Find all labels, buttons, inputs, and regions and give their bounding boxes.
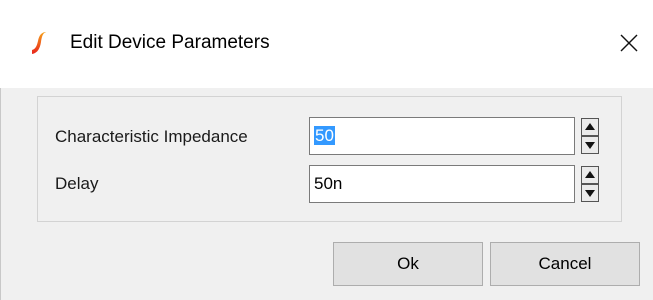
spinner-up-button[interactable] — [581, 118, 599, 136]
title-bar: Edit Device Parameters — [0, 0, 653, 88]
characteristic-impedance-value: 50 — [314, 126, 335, 145]
delay-input[interactable]: 50n — [309, 165, 575, 203]
delay-value: 50n — [314, 174, 343, 193]
triangle-down-icon — [582, 185, 598, 201]
delay-spinner[interactable] — [581, 165, 599, 203]
delay-label: Delay — [55, 174, 99, 193]
characteristic-impedance-spinner[interactable] — [581, 117, 599, 155]
triangle-down-icon — [582, 137, 598, 153]
spinner-up-button[interactable] — [581, 166, 599, 184]
spinner-down-button[interactable] — [581, 136, 599, 154]
characteristic-impedance-input[interactable]: 50 — [309, 117, 575, 155]
cancel-button[interactable]: Cancel — [490, 242, 640, 286]
ltspice-logo-icon — [30, 30, 52, 56]
close-icon — [612, 26, 646, 60]
characteristic-impedance-label: Characteristic Impedance — [55, 127, 248, 146]
spinner-down-button[interactable] — [581, 184, 599, 202]
parameters-group — [37, 96, 622, 222]
edit-device-parameters-dialog: Edit Device Parameters Characteristic Im… — [0, 0, 653, 300]
ok-button[interactable]: Ok — [333, 242, 483, 286]
window-title: Edit Device Parameters — [70, 32, 270, 53]
window-border — [0, 88, 1, 300]
close-button[interactable] — [612, 26, 646, 60]
triangle-up-icon — [582, 167, 598, 183]
triangle-up-icon — [582, 119, 598, 135]
